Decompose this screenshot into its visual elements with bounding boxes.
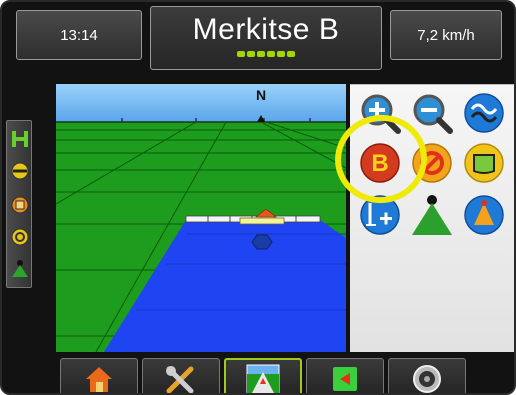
tab-field[interactable] xyxy=(306,358,384,393)
perspective-view-icon[interactable] xyxy=(462,193,506,237)
boundary-icon[interactable] xyxy=(462,141,506,185)
title-panel: Merkitse B xyxy=(150,6,382,70)
compass-label: N xyxy=(256,87,267,103)
settings-icon xyxy=(166,366,194,393)
home-icon xyxy=(86,367,112,392)
vehicle-icon[interactable] xyxy=(10,259,30,279)
point-a-marker xyxy=(251,234,273,250)
guidance-icon[interactable] xyxy=(10,227,30,247)
display-screen: 13:14 Merkitse B 7,2 km/h N B xyxy=(0,0,516,395)
gnss-icon xyxy=(413,365,441,393)
clock: 13:14 xyxy=(16,10,142,60)
guidance-led xyxy=(267,51,275,57)
field-icon xyxy=(333,367,357,391)
speed-label: 7,2 km/h xyxy=(417,26,475,44)
guidance-led-bar xyxy=(237,51,295,57)
guidance-led xyxy=(247,51,255,57)
guidance-lines-icon[interactable] xyxy=(462,91,506,135)
guidance-led xyxy=(287,51,295,57)
tab-gnss[interactable] xyxy=(388,358,466,393)
guidance-led xyxy=(277,51,285,57)
speed-readout: 7,2 km/h xyxy=(390,10,502,60)
guidance-led xyxy=(257,51,265,57)
page-title: Merkitse B xyxy=(192,13,340,46)
guidance-tab-icon xyxy=(246,364,280,393)
tab-guidance[interactable] xyxy=(224,358,302,393)
lightbar-icon[interactable] xyxy=(10,161,30,181)
boom-icon[interactable] xyxy=(10,195,30,215)
highlight-ring xyxy=(335,114,427,204)
tab-home[interactable] xyxy=(60,358,138,393)
sky xyxy=(56,84,346,122)
guidance-led xyxy=(237,51,245,57)
tab-settings[interactable] xyxy=(142,358,220,393)
status-column xyxy=(6,120,32,288)
map-view[interactable]: N xyxy=(56,84,346,352)
section-icon[interactable] xyxy=(10,129,30,149)
time-label: 13:14 xyxy=(60,26,98,44)
